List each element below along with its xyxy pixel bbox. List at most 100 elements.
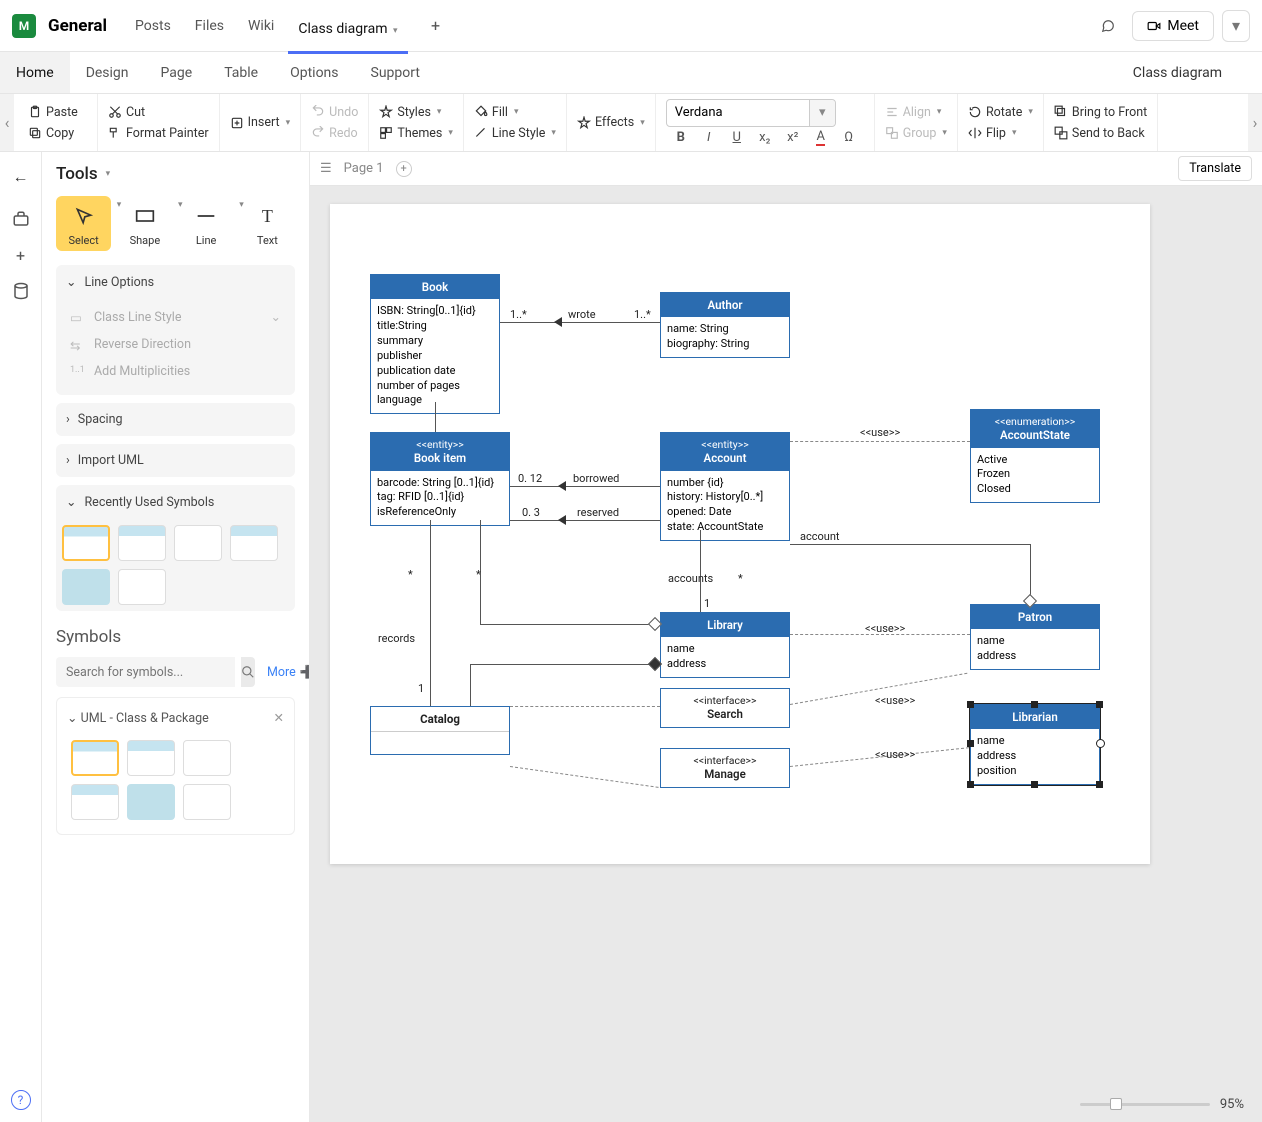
uml-search[interactable]: <<interface>>Search — [660, 688, 790, 728]
symbol-class-blue[interactable] — [62, 525, 110, 561]
uml-manage[interactable]: <<interface>>Manage — [660, 748, 790, 788]
spacing-toggle[interactable]: ›Spacing — [56, 403, 295, 436]
toolbox-icon[interactable] — [6, 204, 36, 234]
symbol-simple-class[interactable] — [174, 525, 222, 561]
uml-category-head[interactable]: ⌄ UML - Class & Package ✕ — [65, 706, 286, 734]
nav-class-diagram[interactable]: Class diagram ▾ — [288, 15, 407, 54]
text-color-button[interactable]: A — [812, 129, 830, 147]
flip-button[interactable]: Flip▾ — [964, 124, 1037, 143]
page-label[interactable]: Page 1 — [344, 161, 384, 176]
uml-account-state[interactable]: <<enumeration>>AccountState Active Froze… — [970, 409, 1100, 503]
symbol-uml-3[interactable] — [183, 740, 231, 776]
underline-button[interactable]: U — [728, 129, 746, 147]
font-select[interactable]: Verdana ▾ — [666, 99, 836, 127]
symbol-uml-note[interactable] — [183, 784, 231, 820]
meet-button[interactable]: Meet — [1132, 11, 1214, 41]
nav-wiki[interactable]: Wiki — [238, 12, 284, 40]
resize-handle[interactable] — [1031, 781, 1038, 788]
zoom-slider[interactable] — [1080, 1103, 1210, 1106]
tab-page[interactable]: Page — [145, 52, 209, 93]
effects-button[interactable]: Effects▾ — [573, 113, 649, 132]
uml-account[interactable]: <<entity>>Account number {id} history: H… — [660, 432, 790, 541]
fill-button[interactable]: Fill▾ — [470, 103, 560, 122]
tool-shape[interactable]: Shape ▾ — [117, 196, 172, 251]
zoom-thumb[interactable] — [1110, 1098, 1122, 1110]
styles-button[interactable]: Styles▾ — [375, 103, 457, 122]
resize-handle[interactable] — [967, 781, 974, 788]
superscript-button[interactable]: x² — [784, 129, 802, 147]
cut-button[interactable]: Cut — [104, 103, 213, 122]
tool-text[interactable]: T Text — [240, 196, 295, 251]
tab-support[interactable]: Support — [355, 52, 436, 93]
group-button[interactable]: Group▾ — [881, 124, 951, 143]
nav-files[interactable]: Files — [185, 12, 234, 40]
diagram-page[interactable]: Book ISBN: String[0..1]{id} title:String… — [330, 204, 1150, 864]
paste-button[interactable]: Paste — [24, 103, 91, 122]
uml-library[interactable]: Library name address — [660, 612, 790, 678]
comment-icon[interactable] — [1092, 10, 1124, 42]
close-icon[interactable]: ✕ — [274, 710, 284, 726]
nav-posts[interactable]: Posts — [125, 12, 181, 40]
canvas[interactable]: Book ISBN: String[0..1]{id} title:String… — [310, 186, 1262, 1122]
uml-book-item[interactable]: <<entity>>Book item barcode: String [0..… — [370, 432, 510, 526]
symbol-search-input[interactable] — [56, 657, 235, 687]
add-tab-button[interactable]: + — [422, 12, 450, 40]
database-icon[interactable] — [6, 276, 36, 306]
insert-button[interactable]: Insert▾ — [226, 113, 295, 132]
connection-handle[interactable] — [1096, 739, 1105, 748]
symbol-uml-4[interactable] — [71, 784, 119, 820]
import-uml-toggle[interactable]: ›Import UML — [56, 444, 295, 477]
meet-dropdown[interactable]: ▾ — [1222, 10, 1250, 42]
symbol-folder[interactable] — [62, 569, 110, 605]
send-to-back-button[interactable]: Send to Back — [1050, 124, 1151, 143]
ribbon-scroll-left[interactable]: ‹ — [0, 94, 14, 151]
themes-button[interactable]: Themes▾ — [375, 124, 457, 143]
opt-class-line-style[interactable]: ▭Class Line Style⌄ — [66, 303, 285, 331]
tab-table[interactable]: Table — [208, 52, 274, 93]
resize-handle[interactable] — [967, 701, 974, 708]
bold-button[interactable]: B — [672, 129, 690, 147]
add-page-button[interactable]: + — [396, 161, 412, 177]
back-button[interactable]: ← — [6, 162, 36, 192]
opt-reverse-direction[interactable]: ⇆Reverse Direction — [66, 331, 285, 358]
ribbon-scroll-right[interactable]: › — [1248, 94, 1262, 151]
omega-button[interactable]: Ω — [840, 129, 858, 147]
add-icon[interactable]: + — [6, 240, 36, 270]
recent-toggle[interactable]: ⌄Recently Used Symbols — [56, 485, 295, 519]
help-icon[interactable]: ? — [11, 1090, 31, 1110]
rotate-button[interactable]: Rotate▾ — [964, 103, 1037, 122]
symbols-more-link[interactable]: More➕ — [261, 657, 310, 687]
symbol-search-button[interactable] — [241, 657, 255, 687]
copy-button[interactable]: Copy — [24, 124, 91, 143]
format-painter-button[interactable]: Format Painter — [104, 124, 213, 143]
uml-librarian[interactable]: Librarian name address position — [970, 704, 1100, 785]
redo-button[interactable]: Redo — [307, 124, 362, 143]
symbol-note[interactable] — [118, 569, 166, 605]
symbol-uml-2[interactable] — [127, 740, 175, 776]
symbol-uml-1[interactable] — [71, 740, 119, 776]
tab-home[interactable]: Home — [0, 52, 70, 93]
tool-line[interactable]: Line ▾ — [179, 196, 234, 251]
undo-button[interactable]: Undo — [307, 103, 362, 122]
uml-author[interactable]: Author name: String biography: String — [660, 292, 790, 358]
outline-icon[interactable]: ☰ — [320, 161, 332, 176]
symbol-class-blue2[interactable] — [118, 525, 166, 561]
tab-design[interactable]: Design — [70, 52, 145, 93]
tool-select[interactable]: Select ▾ — [56, 196, 111, 251]
tools-header[interactable]: Tools ▾ — [56, 164, 295, 184]
resize-handle[interactable] — [1031, 701, 1038, 708]
subscript-button[interactable]: x₂ — [756, 129, 774, 147]
uml-catalog[interactable]: Catalog — [370, 706, 510, 755]
italic-button[interactable]: I — [700, 129, 718, 147]
symbol-class-blue3[interactable] — [230, 525, 278, 561]
symbol-uml-folder[interactable] — [127, 784, 175, 820]
tab-options[interactable]: Options — [274, 52, 354, 93]
line-style-button[interactable]: Line Style▾ — [470, 124, 560, 143]
opt-add-multiplicities[interactable]: 1..1Add Multiplicities — [66, 358, 285, 385]
line-options-toggle[interactable]: ⌄Line Options — [56, 265, 295, 299]
resize-handle[interactable] — [1096, 701, 1103, 708]
uml-patron[interactable]: Patron name address — [970, 604, 1100, 670]
bring-to-front-button[interactable]: Bring to Front — [1050, 103, 1151, 122]
resize-handle[interactable] — [1096, 781, 1103, 788]
translate-button[interactable]: Translate — [1178, 156, 1252, 181]
